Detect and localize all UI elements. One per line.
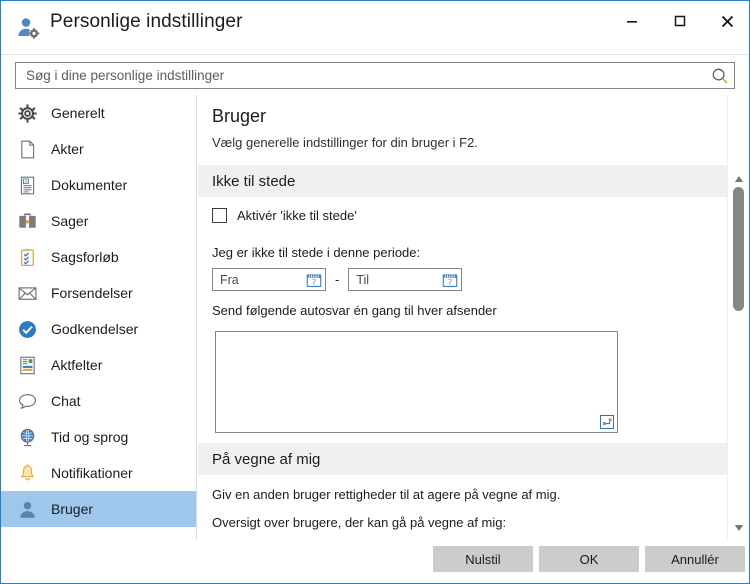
sidebar-item-label: Generelt — [51, 105, 105, 121]
sidebar-item-tid-og-sprog[interactable]: Tid og sprog — [1, 419, 196, 455]
content-scrollbar[interactable] — [727, 95, 749, 540]
reset-button[interactable]: Nulstil — [433, 546, 533, 572]
document-text-icon: A — [15, 173, 39, 197]
page-icon — [15, 137, 39, 161]
user-gear-icon — [15, 15, 41, 41]
section-header-behalf: På vegne af mig — [198, 443, 727, 475]
sidebar-item-label: Aktfelter — [51, 357, 102, 373]
maximize-button[interactable] — [657, 1, 702, 41]
sidebar-item-label: Forsendelser — [51, 285, 133, 301]
footer-bar: Nulstil OK Annullér — [1, 540, 749, 583]
envelope-icon — [15, 281, 39, 305]
triangle-up-icon — [734, 175, 744, 183]
calendar-icon[interactable]: 7 — [442, 272, 458, 288]
sidebar-item-chat[interactable]: Chat — [1, 383, 196, 419]
triangle-down-icon — [734, 524, 744, 532]
sidebar-item-aktfelter[interactable]: Aktfelter — [1, 347, 196, 383]
person-icon — [15, 497, 39, 521]
scrollbar-thumb[interactable] — [733, 187, 744, 311]
date-to-input[interactable] — [354, 269, 436, 290]
absence-checkbox-row[interactable]: Aktivér 'ikke til stede' — [212, 208, 357, 223]
absence-checkbox-label: Aktivér 'ikke til stede' — [237, 208, 357, 223]
sidebar-item-akter[interactable]: Akter — [1, 131, 196, 167]
sidebar-item-label: Bruger — [51, 501, 93, 517]
section-header-absence: Ikke til stede — [198, 165, 727, 197]
date-separator: - — [335, 272, 339, 287]
sidebar-item-notifikationer[interactable]: Notifikationer — [1, 455, 196, 491]
search-box[interactable] — [15, 62, 735, 89]
sidebar-item-label: Sager — [51, 213, 88, 229]
svg-text:A: A — [24, 178, 27, 183]
content-pane: Bruger Vælg generelle indstillinger for … — [198, 95, 749, 540]
document-fields-icon — [15, 353, 39, 377]
behalf-list-label: Oversigt over brugere, der kan gå på veg… — [212, 515, 506, 530]
sidebar-item-sager[interactable]: Sager — [1, 203, 196, 239]
absence-checkbox[interactable] — [212, 208, 227, 223]
svg-text:7: 7 — [448, 278, 452, 287]
gear-icon — [15, 101, 39, 125]
check-circle-icon — [15, 317, 39, 341]
resize-handle-icon[interactable] — [600, 415, 614, 429]
cancel-button[interactable]: Annullér — [645, 546, 745, 572]
close-button[interactable] — [705, 1, 750, 41]
sidebar-item-label: Notifikationer — [51, 465, 133, 481]
bell-icon — [15, 461, 39, 485]
search-input[interactable] — [24, 63, 704, 88]
sidebar-item-label: Chat — [51, 393, 81, 409]
date-from-input[interactable] — [218, 269, 300, 290]
briefcase-icon — [15, 209, 39, 233]
page-subtitle: Vælg generelle indstillinger for din bru… — [212, 135, 478, 150]
clipboard-check-icon — [15, 245, 39, 269]
sidebar: Generelt Akter A — [1, 95, 197, 583]
sidebar-item-sagsforloeb[interactable]: Sagsforløb — [1, 239, 196, 275]
autoreply-textarea-wrapper[interactable] — [215, 331, 618, 433]
date-to-field[interactable]: 7 — [348, 268, 462, 291]
page-title: Bruger — [212, 106, 266, 127]
scroll-down-button[interactable] — [728, 518, 750, 538]
sidebar-item-bruger[interactable]: Bruger — [1, 491, 196, 527]
sidebar-item-dokumenter[interactable]: A Dokumenter — [1, 167, 196, 203]
personal-settings-window: Personlige indstillinger — [0, 0, 750, 584]
date-range-row: 7 - — [212, 268, 462, 291]
sidebar-item-godkendelser[interactable]: Godkendelser — [1, 311, 196, 347]
titlebar: Personlige indstillinger — [1, 1, 749, 55]
period-label: Jeg er ikke til stede i denne periode: — [212, 245, 420, 260]
sidebar-item-label: Dokumenter — [51, 177, 127, 193]
behalf-description: Giv en anden bruger rettigheder til at a… — [212, 487, 560, 502]
sidebar-item-label: Akter — [51, 141, 84, 157]
date-from-field[interactable]: 7 — [212, 268, 326, 291]
ok-button[interactable]: OK — [539, 546, 639, 572]
svg-text:7: 7 — [312, 278, 316, 287]
close-icon — [721, 15, 734, 28]
scroll-up-button[interactable] — [728, 169, 750, 189]
window-title: Personlige indstillinger — [50, 11, 243, 33]
sidebar-item-generelt[interactable]: Generelt — [1, 95, 196, 131]
sidebar-item-label: Godkendelser — [51, 321, 138, 337]
calendar-icon[interactable]: 7 — [306, 272, 322, 288]
autoreply-textarea[interactable] — [216, 332, 617, 432]
sidebar-item-forsendelser[interactable]: Forsendelser — [1, 275, 196, 311]
chat-bubble-icon — [15, 389, 39, 413]
globe-icon — [15, 425, 39, 449]
minimize-icon — [626, 15, 638, 27]
autoreply-label: Send følgende autosvar én gang til hver … — [212, 303, 497, 318]
sidebar-item-label: Tid og sprog — [51, 429, 128, 445]
search-icon[interactable] — [711, 67, 729, 85]
search-row — [1, 56, 749, 95]
minimize-button[interactable] — [609, 1, 654, 41]
maximize-icon — [674, 15, 686, 27]
sidebar-item-label: Sagsforløb — [51, 249, 119, 265]
